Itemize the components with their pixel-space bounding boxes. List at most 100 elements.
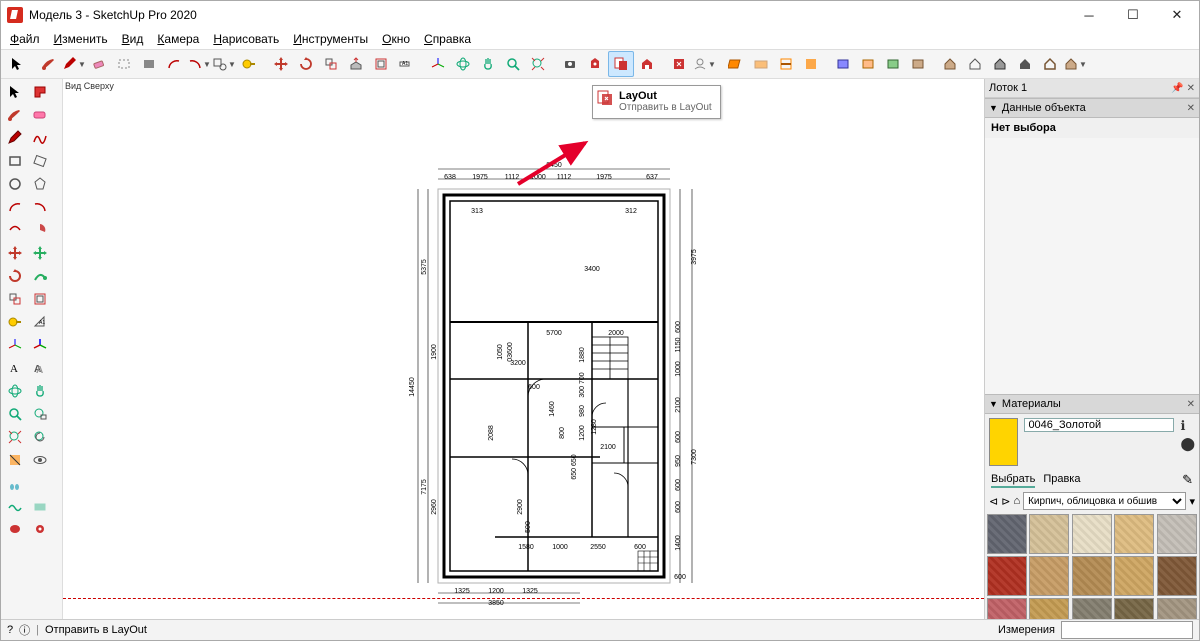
material-thumb[interactable] <box>1072 514 1112 554</box>
material-thumb[interactable] <box>1029 514 1069 554</box>
details-menu-icon[interactable]: ▾ <box>1189 495 1195 508</box>
tool-3dtext[interactable]: AA <box>29 357 51 379</box>
tool-pan[interactable] <box>476 52 500 76</box>
home-icon[interactable]: ⌂ <box>1013 495 1020 507</box>
close-button[interactable]: ✕ <box>1155 1 1199 29</box>
tool-arc2[interactable]: ▼ <box>187 52 211 76</box>
material-thumb[interactable] <box>1114 598 1154 619</box>
tool-zoom[interactable] <box>4 403 26 425</box>
material-name-input[interactable] <box>1024 418 1174 432</box>
menu-help[interactable]: Справка <box>417 30 478 48</box>
measurements-input[interactable] <box>1061 621 1193 639</box>
tool-arc2[interactable] <box>29 196 51 218</box>
nav-back-icon[interactable]: ⊲ <box>989 495 998 508</box>
tool-house-cube[interactable] <box>1013 52 1037 76</box>
menu-edit[interactable]: Изменить <box>47 30 115 48</box>
material-thumb[interactable] <box>1114 556 1154 596</box>
tool-red-cog[interactable] <box>29 518 51 540</box>
tool-house-open[interactable] <box>1038 52 1062 76</box>
tool-eye[interactable] <box>29 449 51 471</box>
material-thumb[interactable] <box>1072 598 1112 619</box>
entity-panel-close-icon[interactable]: ✕ <box>1187 103 1195 114</box>
tool-poly[interactable] <box>29 173 51 195</box>
tool-style4[interactable] <box>906 52 930 76</box>
tool-rect-rot[interactable] <box>29 150 51 172</box>
tool-followme[interactable] <box>29 265 51 287</box>
tool-house-full[interactable] <box>938 52 962 76</box>
tool-sec-disp[interactable] <box>749 52 773 76</box>
tool-move[interactable] <box>269 52 293 76</box>
tool-sandbox1[interactable] <box>4 495 26 517</box>
tool-orbit[interactable] <box>4 380 26 402</box>
tool-layout[interactable] <box>608 51 634 77</box>
materials-panel-close-icon[interactable]: ✕ <box>1187 399 1195 410</box>
tray-close-icon[interactable]: ✕ <box>1187 83 1195 94</box>
tray-header[interactable]: Лоток 1 📌✕ <box>985 79 1199 98</box>
tool-shape-drop[interactable]: ▼ <box>212 52 236 76</box>
tool-axes[interactable] <box>4 334 26 356</box>
toggle-front-back-icon[interactable]: ℹ <box>1180 418 1195 434</box>
eyedropper-icon[interactable]: ✎ <box>1182 472 1193 488</box>
menu-tools[interactable]: Инструменты <box>286 30 375 48</box>
material-thumb[interactable] <box>1029 556 1069 596</box>
tool-sq-ghost[interactable] <box>112 52 136 76</box>
tool-tape[interactable] <box>237 52 261 76</box>
tool-paint-red[interactable] <box>29 81 51 103</box>
tool-eraser-pink[interactable] <box>29 104 51 126</box>
tool-eraser[interactable] <box>87 52 111 76</box>
tab-edit[interactable]: Правка <box>1043 472 1080 488</box>
tool-offset[interactable] <box>29 288 51 310</box>
material-thumb[interactable] <box>1157 556 1197 596</box>
tool-sec-plane[interactable] <box>724 52 748 76</box>
maximize-button[interactable]: ☐ <box>1111 1 1155 29</box>
material-thumb[interactable] <box>987 514 1027 554</box>
menu-draw[interactable]: Нарисовать <box>206 30 286 48</box>
tool-pie[interactable] <box>29 219 51 241</box>
tool-zoom[interactable] <box>501 52 525 76</box>
tool-arc1[interactable] <box>4 196 26 218</box>
tool-scale[interactable] <box>319 52 343 76</box>
material-thumb[interactable] <box>987 556 1027 596</box>
tool-ext-wh[interactable] <box>667 52 691 76</box>
tool-profile-drop[interactable]: ▼ <box>692 52 716 76</box>
material-thumb[interactable] <box>1029 598 1069 619</box>
tool-paint[interactable] <box>37 52 61 76</box>
tool-hide[interactable] <box>583 52 607 76</box>
tool-angle-tag[interactable]: A1 <box>29 311 51 333</box>
tool-rect[interactable] <box>4 150 26 172</box>
tool-zoom-win[interactable] <box>29 403 51 425</box>
tool-sec-fill[interactable] <box>799 52 823 76</box>
menu-camera[interactable]: Камера <box>150 30 206 48</box>
tool-freehand[interactable] <box>29 127 51 149</box>
tool-style1[interactable] <box>831 52 855 76</box>
tool-walkthrough[interactable] <box>4 472 26 494</box>
tool-warehouse[interactable] <box>635 52 659 76</box>
tool-arc3[interactable] <box>4 219 26 241</box>
drawing-canvas[interactable]: Вид Сверху <box>63 79 984 619</box>
material-thumb[interactable] <box>987 598 1027 619</box>
tool-sq-solid[interactable] <box>137 52 161 76</box>
tool-zoom-prev[interactable] <box>29 426 51 448</box>
tool-tape[interactable] <box>4 311 26 333</box>
create-material-icon[interactable]: ⬤ <box>1180 436 1195 452</box>
tool-section[interactable] <box>4 449 26 471</box>
tool-axes2[interactable] <box>29 334 51 356</box>
material-thumb[interactable] <box>1072 556 1112 596</box>
tool-circle[interactable] <box>4 173 26 195</box>
tray-pin-icon[interactable]: 📌 <box>1171 83 1183 94</box>
info-icon[interactable]: ⓘ <box>19 622 30 638</box>
minimize-button[interactable]: ─ <box>1067 1 1111 29</box>
tool-house-wire[interactable] <box>963 52 987 76</box>
material-thumb[interactable] <box>1114 514 1154 554</box>
help-icon[interactable]: ? <box>7 624 13 636</box>
current-material-swatch[interactable] <box>989 418 1018 466</box>
tool-pencil-drop[interactable]: ▼ <box>62 52 86 76</box>
tool-text[interactable]: A <box>4 357 26 379</box>
tool-scale[interactable] <box>4 288 26 310</box>
tool-zoom-ext[interactable] <box>526 52 550 76</box>
nav-fwd-icon[interactable]: ⊳ <box>1001 495 1010 508</box>
tool-sec-cut[interactable] <box>774 52 798 76</box>
tool-sandbox2[interactable] <box>29 495 51 517</box>
tool-zoom-ext[interactable] <box>4 426 26 448</box>
tab-select[interactable]: Выбрать <box>991 472 1035 488</box>
